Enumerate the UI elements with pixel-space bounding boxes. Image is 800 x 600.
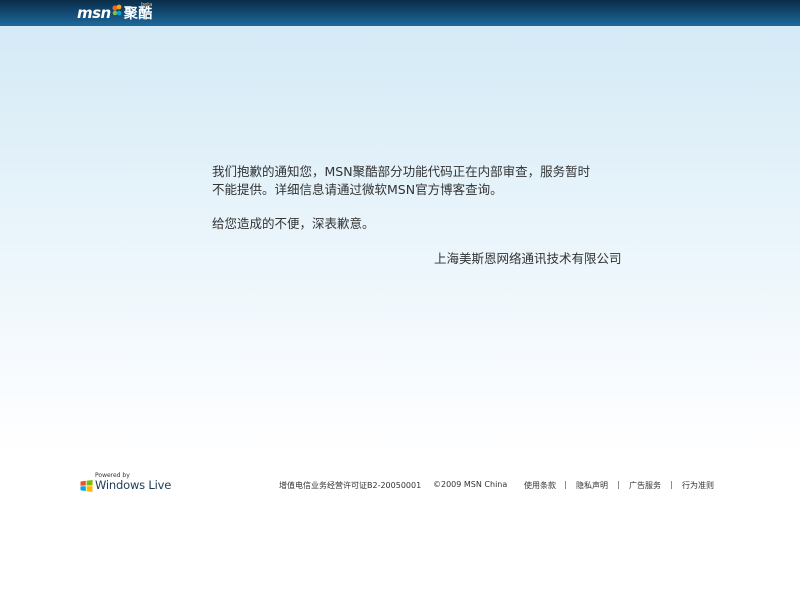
code-of-conduct-link[interactable]: 行为准则 [682, 480, 714, 491]
windows-flag-icon [80, 480, 93, 492]
company-name: 上海美斯恩网络通讯技术有限公司 [434, 251, 622, 266]
privacy-statement-link[interactable]: 隐私声明 [576, 480, 608, 491]
apology-line: 给您造成的不便，深表歉意。 [212, 216, 375, 231]
windows-live-text: Windows Live [95, 478, 172, 492]
logo-beta-label: beta [141, 2, 153, 8]
notice-message: 我们抱歉的通知您，MSN聚酷部分功能代码正在内部审查，服务暂时 不能提供。详细信… [212, 163, 652, 233]
page: msn 聚酷 beta 我们抱歉的通知您，MSN聚酷部分功能代码正在内部审查，服… [0, 0, 800, 600]
notice-line-2: 不能提供。详细信息请通过微软MSN官方博客查询。 [212, 182, 503, 197]
content-background [0, 26, 800, 600]
footer-separator: | [564, 480, 567, 489]
copyright-text: ©2009 MSN China [433, 480, 508, 489]
icp-license-text: 增值电信业务经营许可证B2-20050001 [279, 481, 422, 490]
notice-line-1: 我们抱歉的通知您，MSN聚酷部分功能代码正在内部审查，服务暂时 [212, 164, 591, 179]
footer-separator: | [670, 480, 673, 489]
powered-by-windows-live-logo[interactable]: Powered by Windows Live [80, 472, 180, 494]
header-bar: msn 聚酷 beta [0, 0, 800, 26]
terms-of-use-link[interactable]: 使用条款 [524, 480, 556, 491]
msn-butterfly-icon [112, 4, 122, 16]
logo-msn-text: msn [77, 4, 111, 22]
footer-separator: | [617, 480, 620, 489]
msn-juku-logo[interactable]: msn 聚酷 beta [77, 2, 153, 23]
advertising-link[interactable]: 广告服务 [629, 480, 661, 491]
